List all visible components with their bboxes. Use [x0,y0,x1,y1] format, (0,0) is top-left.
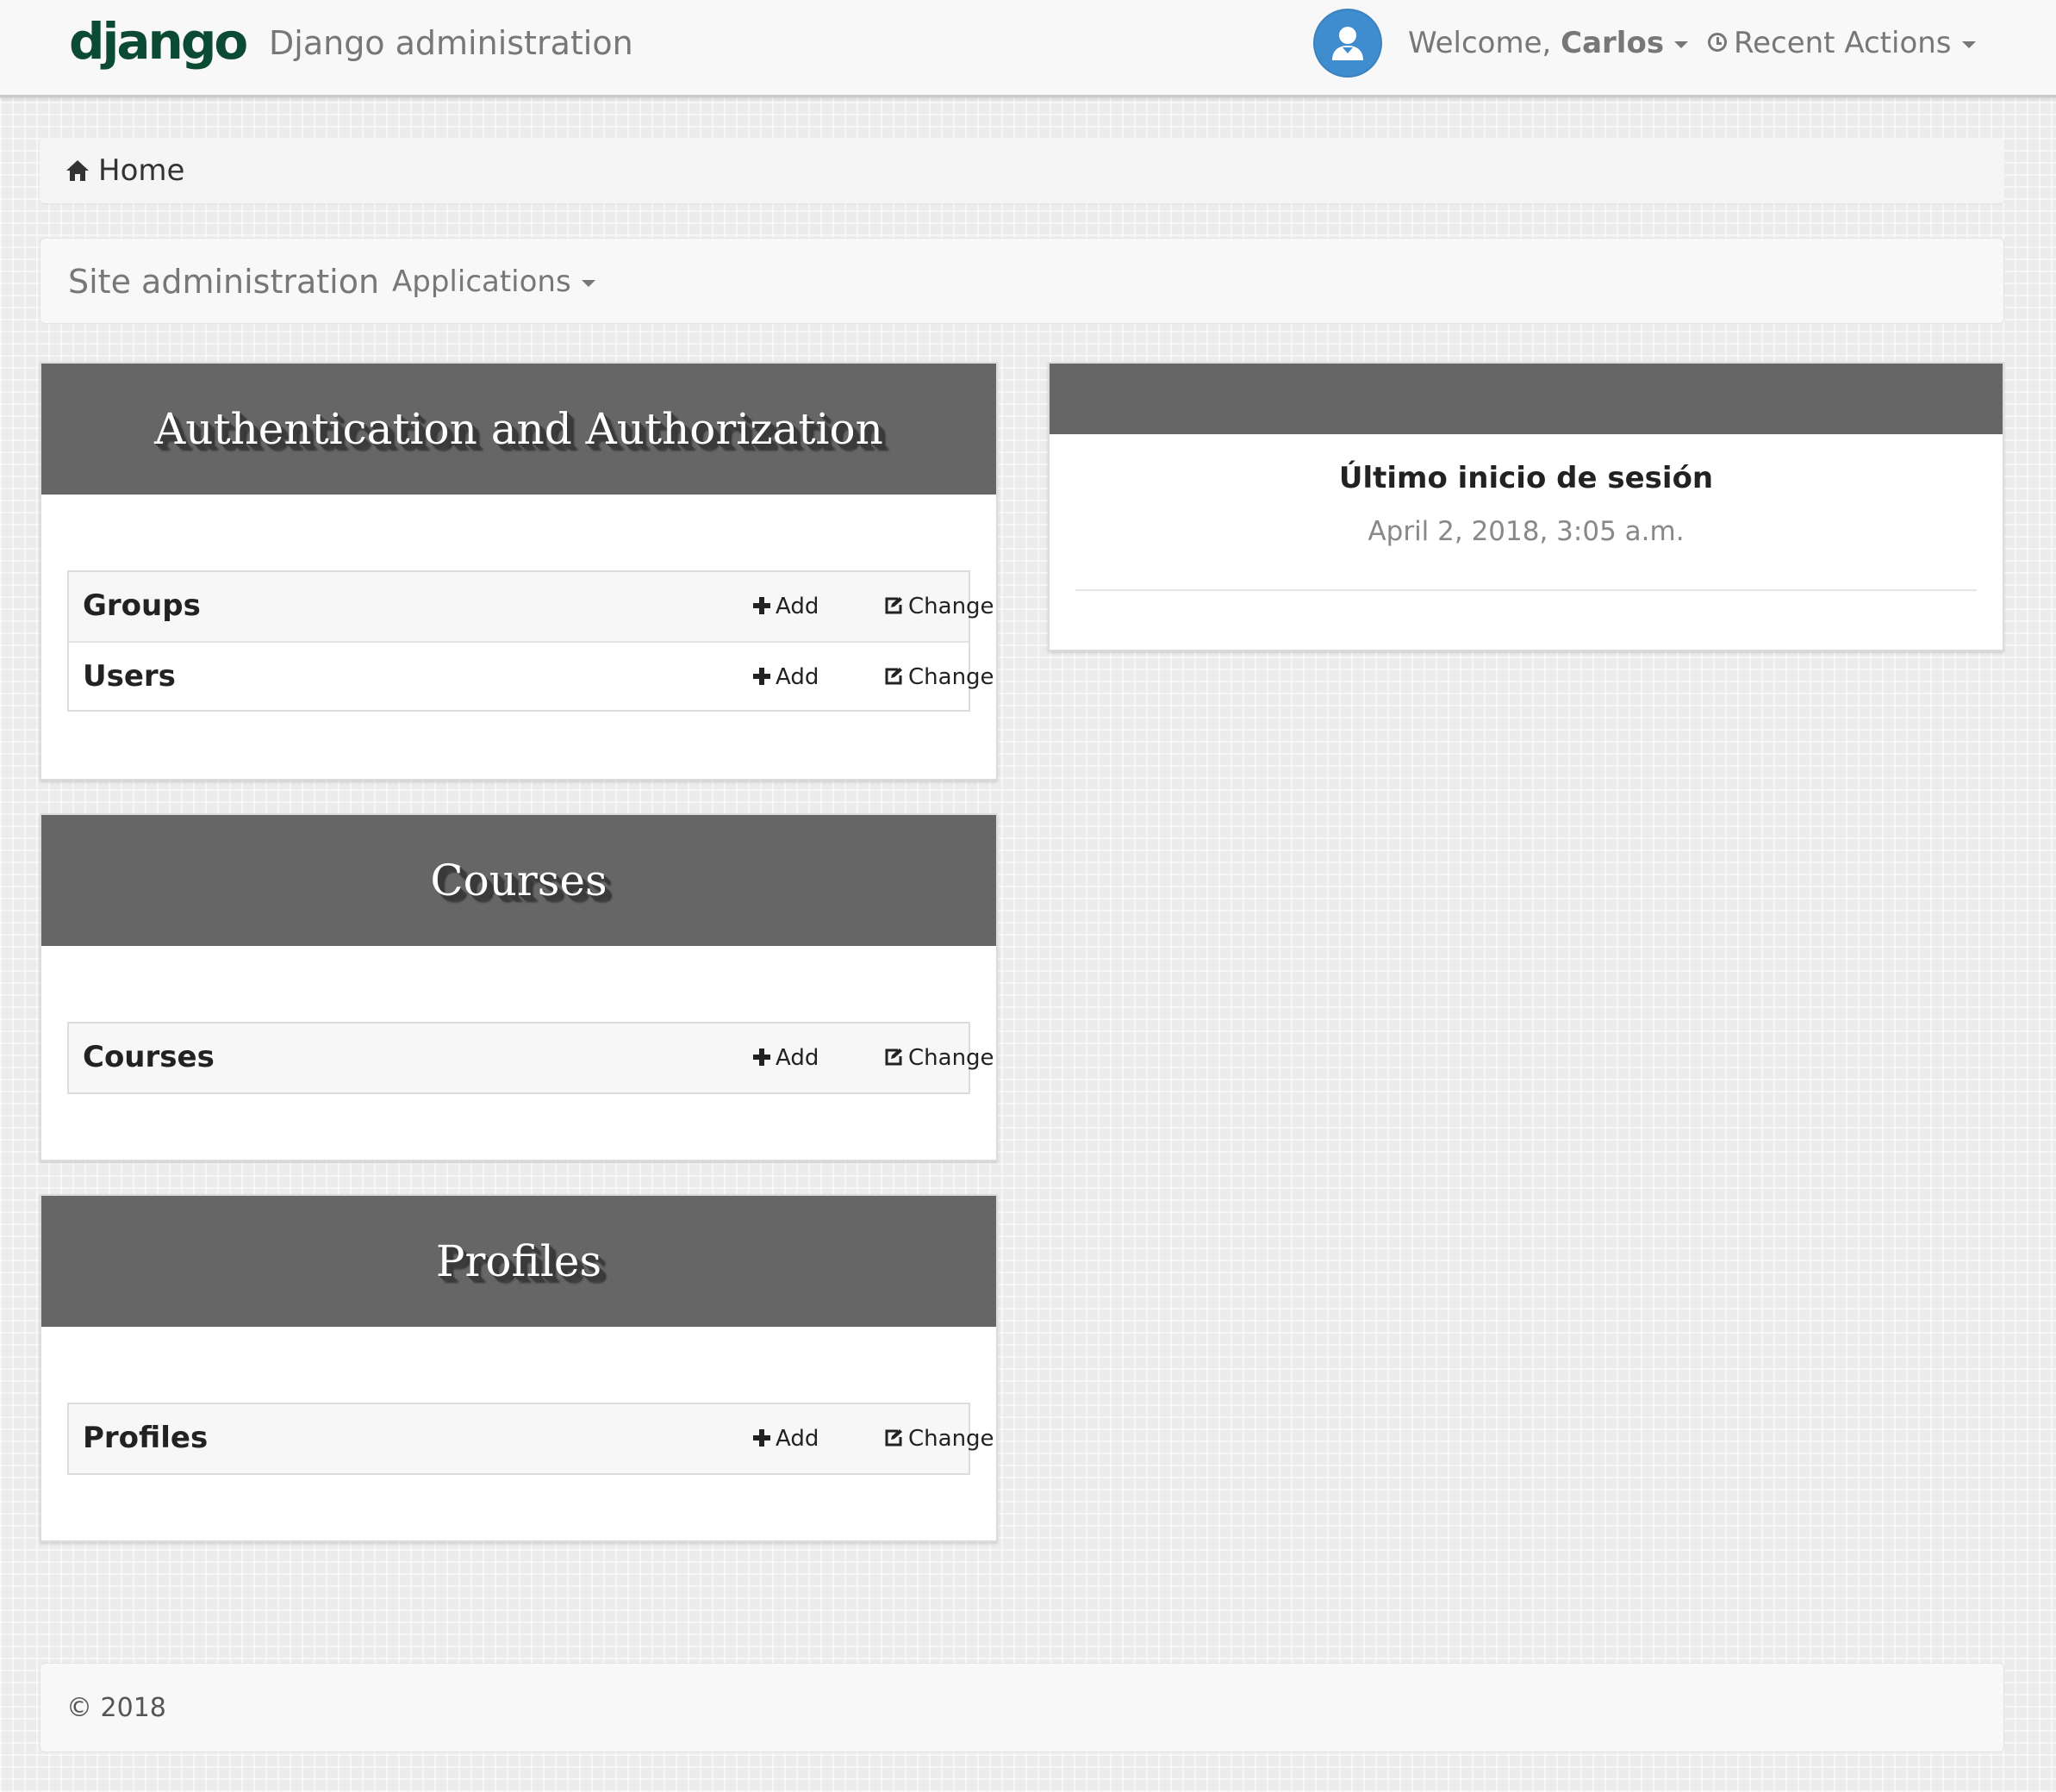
plus-icon [753,667,770,685]
model-link-groups[interactable]: Groups [83,584,201,627]
add-button[interactable]: Add [753,1042,819,1073]
user-silhouette-icon [1332,27,1363,60]
change-label: Change [908,1426,994,1452]
add-label: Add [776,664,819,690]
caret-down-icon [581,279,595,287]
add-label: Add [776,1045,819,1071]
app-panel-auth: Authentication and Authorization Groups … [40,362,998,781]
recent-actions-label: Recent Actions [1734,26,1952,60]
table-row: Profiles Add Change [69,1404,994,1473]
site-title[interactable]: Django administration [269,19,633,67]
top-navbar: django Django administration Welcome, Ca… [0,0,2056,97]
change-label: Change [908,664,994,690]
edit-icon [885,667,902,684]
panel-header: Courses [41,815,996,946]
caret-down-icon [1961,40,1976,48]
app-panel-profiles: Profiles Profiles Add Change [40,1194,998,1542]
user-menu[interactable]: Welcome, Carlos [1408,19,1689,67]
change-button[interactable]: Change [884,1423,994,1454]
last-login-heading: Último inicio de sesión [1338,461,1714,495]
home-icon [66,160,89,181]
edit-icon [885,1048,902,1065]
model-link-profiles[interactable]: Profiles [83,1416,208,1459]
change-button[interactable]: Change [884,662,994,693]
last-login-panel: Último inicio de sesión April 2, 2018, 3… [1048,362,2004,651]
edit-icon [885,1428,902,1446]
panel-header: Authentication and Authorization [41,364,996,495]
change-label: Change [908,594,994,619]
table-row: Groups Add Change [69,572,994,641]
breadcrumb-home-link[interactable]: Home [98,150,184,191]
add-label: Add [776,594,819,619]
edit-icon [885,596,902,613]
table-row: Courses Add Change [69,1024,994,1092]
divider [1075,589,1977,591]
footer: © 2018 [40,1663,2004,1752]
caret-down-icon [1674,40,1689,48]
applications-dropdown[interactable]: Applications [392,259,595,304]
add-button[interactable]: Add [753,1423,819,1454]
app-panel-courses: Courses Courses Add Change [40,813,998,1161]
sub-navbar: Site administration Applications [40,238,2004,324]
add-button[interactable]: Add [753,662,819,693]
table-row: Users Add Change [69,641,994,710]
panel-header: Profiles [41,1196,996,1327]
panel-header [1050,364,2003,434]
clock-icon [1708,32,1727,52]
django-logo[interactable]: django [69,9,248,74]
app-title[interactable]: Profiles [41,1196,996,1327]
plus-icon [753,1048,770,1066]
breadcrumb: Home [40,138,2004,203]
username: Carlos [1561,26,1665,60]
user-avatar-icon[interactable] [1313,9,1382,78]
app-title[interactable]: Courses [41,815,996,946]
recent-actions-menu[interactable]: Recent Actions [1708,19,1976,67]
model-table: Profiles Add Change [67,1403,994,1475]
change-button[interactable]: Change [884,1042,994,1073]
plus-icon [753,1428,770,1447]
model-table: Courses Add Change [67,1022,994,1094]
change-button[interactable]: Change [884,591,994,622]
model-link-users[interactable]: Users [83,655,176,698]
site-administration-link[interactable]: Site administration [68,259,379,304]
welcome-prefix: Welcome, [1408,26,1561,60]
app-title[interactable]: Authentication and Authorization [41,364,996,495]
last-login-date: April 2, 2018, 3:05 a.m. [1368,516,1685,547]
plus-icon [753,596,770,614]
model-table: Groups Add Change Users Add Change [67,570,994,712]
add-button[interactable]: Add [753,591,819,622]
change-label: Change [908,1045,994,1071]
applications-label: Applications [392,264,571,299]
add-label: Add [776,1426,819,1452]
model-link-courses[interactable]: Courses [83,1036,215,1079]
copyright-text: © 2018 [66,1693,166,1723]
